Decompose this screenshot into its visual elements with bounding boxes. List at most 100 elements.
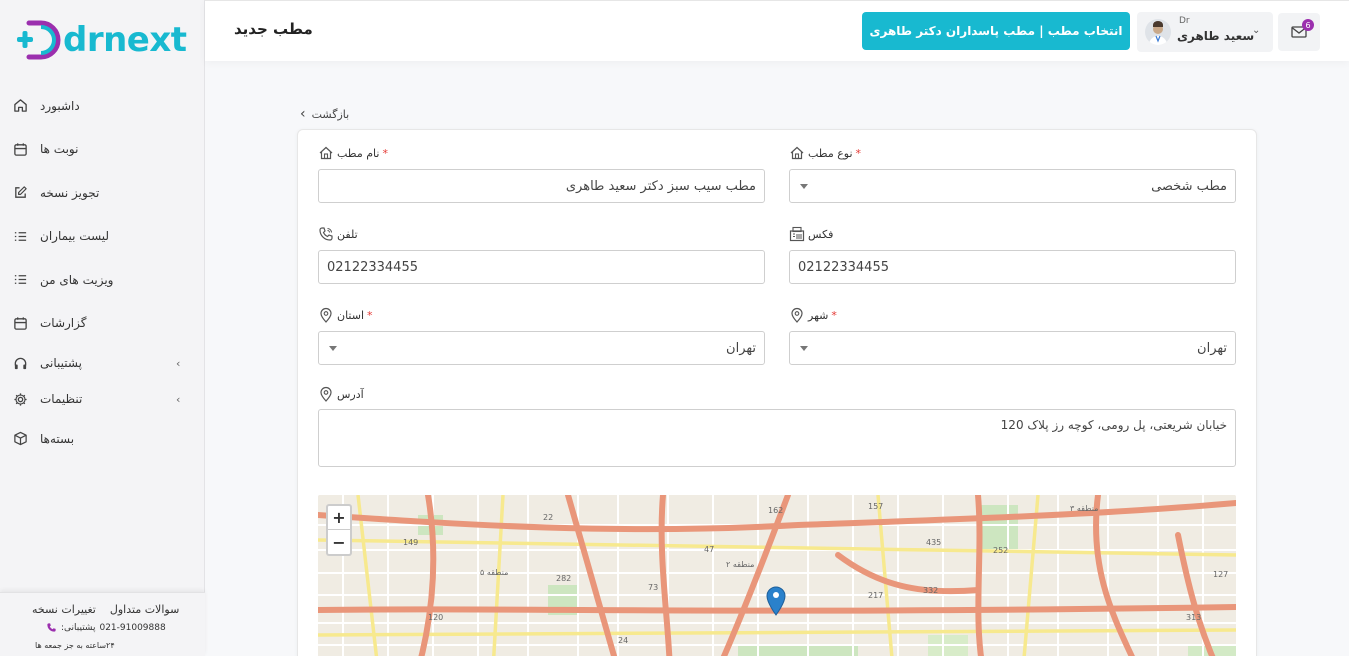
chevron-left-icon: ‹: [176, 356, 181, 370]
clinic-type-label: نوع مطب *: [789, 145, 861, 161]
phone-icon: [319, 227, 333, 241]
address-textarea[interactable]: خیابان شریعتی، پل رومی، کوچه رز پلاک 120: [318, 409, 1236, 467]
map-label: 217: [868, 591, 883, 600]
clinic-name-label: نام مطب *: [318, 145, 388, 161]
support-label: پشتیبانی:: [61, 622, 96, 633]
list-icon: [12, 228, 28, 244]
logo[interactable]: drnext: [15, 15, 195, 65]
location-map[interactable]: منطقه ۳ منطقه ۵ منطقه ۲ 22 162 157 435 2…: [318, 495, 1236, 656]
calendar-icon: [12, 315, 28, 331]
back-link[interactable]: ‹ بازگشت: [300, 106, 349, 122]
map-label: 157: [868, 502, 883, 511]
sidebar-item-settings[interactable]: تنظیمات ‹: [0, 381, 205, 417]
map-label: منطقه ۵: [480, 568, 508, 577]
map-label: 120: [428, 613, 443, 622]
map-tiles: منطقه ۳ منطقه ۵ منطقه ۲ 22 162 157 435 2…: [318, 495, 1236, 656]
city-label: شهر *: [789, 307, 837, 323]
sidebar: drnext داشبورد نوبت ها تجویز نسخه لیست ب…: [0, 0, 205, 656]
home-icon: [12, 98, 28, 114]
address-label: آدرس: [318, 386, 364, 402]
sidebar-item-label: نوبت ها: [40, 142, 79, 157]
sidebar-item-packages[interactable]: بسته‌ها: [0, 417, 205, 461]
sidebar-item-label: ویزیت های من: [40, 272, 114, 287]
notification-badge: 6: [1302, 19, 1314, 31]
phone-input[interactable]: 02122334455: [318, 250, 765, 284]
chevron-left-icon: ‹: [300, 106, 306, 122]
map-label: 22: [543, 513, 553, 522]
phone-label: تلفن: [318, 226, 358, 242]
user-menu[interactable]: Dr سعید طاهری ⌄: [1137, 12, 1273, 52]
clinic-type-value: مطب شخصی: [1151, 178, 1227, 194]
caret-down-icon: [800, 184, 808, 189]
location-pin-icon: [791, 307, 803, 323]
sidebar-item-label: لیست بیماران: [40, 229, 110, 244]
select-clinic-button[interactable]: انتخاب مطب | مطب پاسداران دکتر طاهری: [862, 12, 1130, 50]
required-mark: *: [382, 146, 388, 160]
map-label: 47: [704, 545, 714, 554]
fax-input[interactable]: 02122334455: [789, 250, 1236, 284]
map-label: 252: [993, 546, 1008, 555]
required-mark: *: [831, 308, 837, 322]
required-mark: *: [855, 146, 862, 160]
province-label: استان *: [318, 307, 373, 323]
map-label: 435: [926, 538, 941, 547]
clinic-form-card: نام مطب * نوع مطب * مطب سیب سبز دکتر سعید …: [297, 129, 1257, 656]
phone-icon: [47, 623, 56, 632]
province-select[interactable]: تهران: [318, 331, 765, 365]
zoom-in-button[interactable]: +: [328, 506, 350, 530]
map-label: منطقه ۲: [726, 560, 754, 569]
notifications-button[interactable]: 6: [1278, 13, 1320, 51]
support-hours: ۲۴ساعته به جز جمعه ها: [35, 641, 115, 650]
top-header: مطب جدید انتخاب مطب | مطب پاسداران دکتر …: [205, 0, 1349, 61]
city-value: تهران: [1197, 340, 1227, 356]
support-phone-number: 021-91009888: [99, 622, 166, 633]
map-label: 149: [403, 538, 418, 547]
page-title: مطب جدید: [234, 20, 313, 38]
sidebar-item-appointments[interactable]: نوبت ها: [0, 128, 205, 172]
map-label: 24: [618, 636, 628, 645]
sidebar-item-label: بسته‌ها: [40, 431, 75, 446]
home-icon: [319, 146, 333, 160]
gear-icon: [12, 391, 28, 407]
map-label: منطقه ۳: [1070, 504, 1098, 513]
edit-icon: [12, 185, 28, 201]
user-title: Dr: [1179, 16, 1190, 26]
map-zoom-control: + −: [326, 504, 352, 556]
list-icon: [12, 272, 28, 288]
sidebar-footer: سوالات متداول تغییرات نسخه پشتیبانی: 021…: [0, 592, 205, 656]
sidebar-nav: داشبورد نوبت ها تجویز نسخه لیست بیماران …: [0, 84, 205, 461]
clinic-name-input[interactable]: مطب سیب سبز دکتر سعید طاهری: [318, 169, 765, 203]
calendar-icon: [12, 141, 28, 157]
home-icon: [790, 146, 804, 160]
chevron-down-icon: ⌄: [1252, 25, 1261, 36]
sidebar-item-label: تجویز نسخه: [40, 185, 100, 200]
province-value: تهران: [726, 340, 756, 356]
sidebar-item-label: گزارشات: [40, 316, 87, 331]
map-label: 313: [1186, 613, 1201, 622]
map-label: 162: [768, 506, 783, 515]
sidebar-item-label: پشتیبانی: [40, 356, 82, 370]
faq-link[interactable]: سوالات متداول: [110, 603, 179, 616]
logo-text: drnext: [63, 20, 187, 60]
sidebar-item-support[interactable]: پشتیبانی ‹: [0, 345, 205, 381]
changelog-link[interactable]: تغییرات نسخه: [32, 603, 96, 616]
city-select[interactable]: تهران: [789, 331, 1236, 365]
caret-down-icon: [800, 346, 808, 351]
sidebar-item-dashboard[interactable]: داشبورد: [0, 84, 205, 128]
sidebar-item-reports[interactable]: گزارشات: [0, 302, 205, 346]
chevron-left-icon: ‹: [176, 392, 181, 406]
map-label: 282: [556, 574, 571, 583]
sidebar-item-visits[interactable]: ویزیت های من: [0, 258, 205, 302]
clinic-type-select[interactable]: مطب شخصی: [789, 169, 1236, 203]
support-phone: پشتیبانی: 021-91009888: [46, 622, 166, 633]
map-label: 127: [1213, 570, 1228, 579]
headset-icon: [12, 355, 28, 371]
sidebar-item-patients[interactable]: لیست بیماران: [0, 215, 205, 259]
sidebar-item-prescription[interactable]: تجویز نسخه: [0, 171, 205, 215]
location-pin-icon: [320, 307, 332, 323]
sidebar-item-label: تنظیمات: [40, 392, 83, 406]
map-label: 332: [923, 586, 938, 595]
map-label: 73: [648, 583, 658, 592]
location-pin-icon: [320, 386, 332, 402]
zoom-out-button[interactable]: −: [328, 530, 350, 554]
